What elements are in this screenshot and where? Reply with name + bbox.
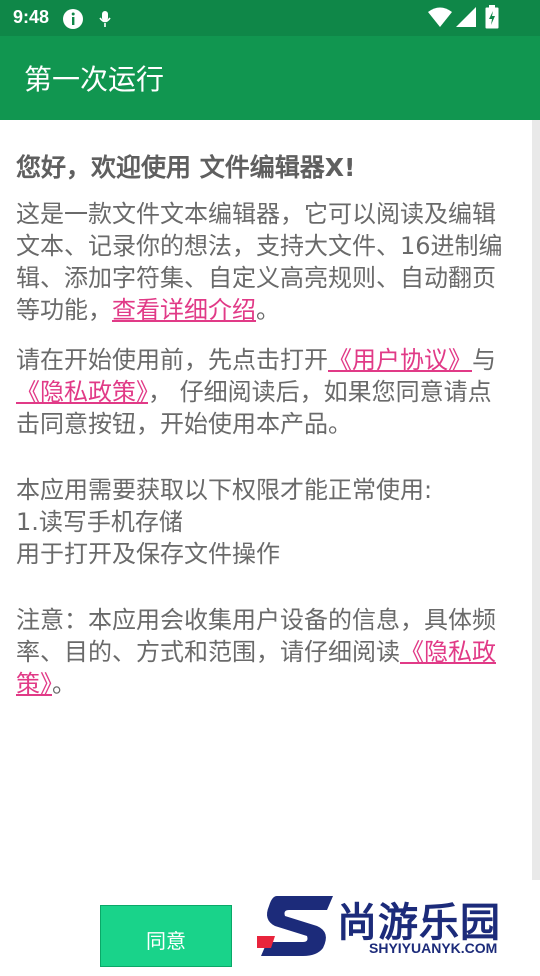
user-agreement-link[interactable]: 《用户协议》 bbox=[328, 346, 472, 374]
battery-charging-icon bbox=[485, 5, 499, 33]
agree-button[interactable]: 同意 bbox=[100, 905, 232, 967]
consent-prefix: 请在开始使用前，先点击打开 bbox=[16, 346, 328, 374]
status-time: 9:48 bbox=[13, 7, 50, 27]
notice-paragraph: 注意：本应用会收集用户设备的信息，具体频率、目的、方式和范围，请仔细阅读《隐私政… bbox=[16, 604, 508, 700]
info-icon bbox=[62, 8, 84, 34]
notice-end: 。 bbox=[52, 670, 76, 698]
welcome-heading: 您好，欢迎使用 文件编辑器X! bbox=[16, 153, 356, 182]
wifi-icon bbox=[427, 6, 453, 32]
permission-paragraph: 本应用需要获取以下权限才能正常使用: 1.读写手机存储 用于打开及保存文件操作 bbox=[16, 474, 508, 570]
signal-icon bbox=[455, 6, 477, 32]
status-bar: 9:48 bbox=[0, 0, 540, 36]
scrollbar[interactable] bbox=[532, 120, 540, 880]
watermark-en-text: SHYIYUANYK.COM bbox=[369, 940, 498, 956]
mic-icon bbox=[98, 8, 112, 34]
permission-item: 1.读写手机存储 bbox=[16, 508, 183, 536]
app-bar: 第一次运行 bbox=[0, 36, 540, 120]
dialog-content: 您好，欢迎使用 文件编辑器X! 这是一款文件文本编辑器，它可以阅读及编辑文本、记… bbox=[16, 148, 508, 700]
permission-desc: 用于打开及保存文件操作 bbox=[16, 540, 280, 568]
watermark-logo: 尚游乐园 SHYIYUANYK.COM bbox=[255, 888, 540, 960]
privacy-policy-link[interactable]: 《隐私政策》 bbox=[16, 378, 148, 406]
page-title: 第一次运行 bbox=[24, 63, 165, 96]
details-link[interactable]: 查看详细介绍 bbox=[112, 296, 256, 324]
intro-paragraph: 这是一款文件文本编辑器，它可以阅读及编辑文本、记录你的想法，支持大文件、16进制… bbox=[16, 198, 508, 326]
logo-s-icon bbox=[257, 896, 333, 956]
consent-paragraph: 请在开始使用前，先点击打开《用户协议》与《隐私政策》， 仔细阅读后，如果您同意请… bbox=[16, 344, 508, 440]
consent-and: 与 bbox=[472, 346, 496, 374]
intro-end: 。 bbox=[256, 296, 280, 324]
permission-title: 本应用需要获取以下权限才能正常使用: bbox=[16, 476, 433, 504]
